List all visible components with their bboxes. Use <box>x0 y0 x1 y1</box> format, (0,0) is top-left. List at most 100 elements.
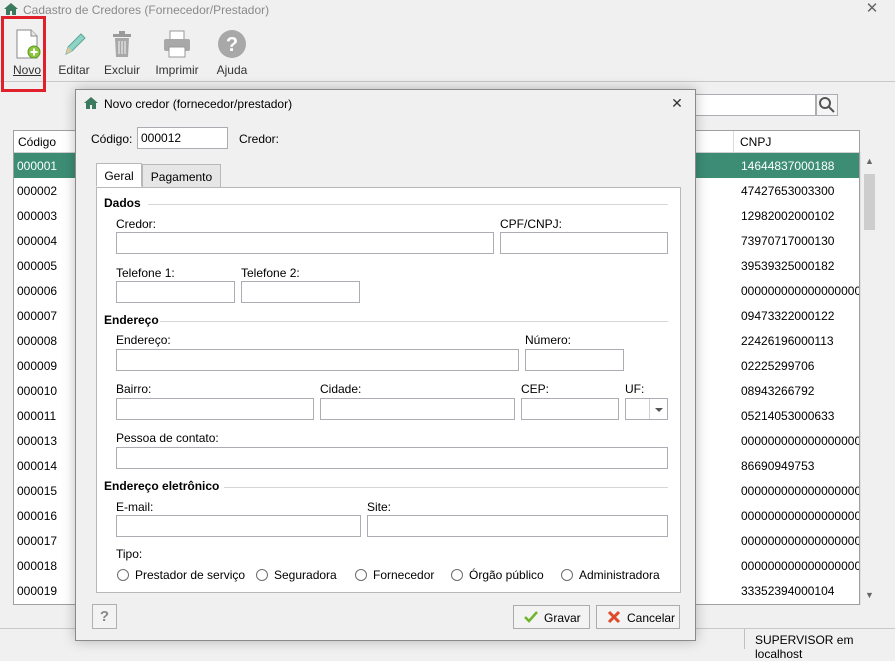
radio-prestador[interactable] <box>117 569 129 581</box>
cnpj-cell: 22426196000113 <box>741 334 834 348</box>
chevron-down-icon[interactable] <box>649 399 667 419</box>
grid-scrollbar[interactable]: ▲ ▼ <box>860 152 877 605</box>
cpf-cnpj-label: CPF/CNPJ: <box>500 217 563 231</box>
imprimir-label: Imprimir <box>155 63 199 77</box>
cnpj-cell: 73970717000130 <box>741 234 835 248</box>
codigo-cell: 000015 <box>17 484 58 498</box>
help-button[interactable]: ? <box>92 604 117 629</box>
codigo-cell: 000007 <box>17 309 58 323</box>
radio-administradora[interactable] <box>561 569 573 581</box>
status-user: SUPERVISOR em localhost <box>744 629 895 661</box>
radio-fornecedor[interactable] <box>355 569 367 581</box>
email-field[interactable] <box>116 515 361 537</box>
cep-field[interactable] <box>521 398 619 420</box>
cnpj-cell: 0000000000000000000 <box>741 534 860 548</box>
credor-field[interactable] <box>116 232 494 254</box>
codigo-cell: 000017 <box>17 534 58 548</box>
contato-field[interactable] <box>116 447 668 469</box>
cnpj-cell: 0000000000000000000 <box>741 434 860 448</box>
tipo-option-fornecedor[interactable]: Fornecedor <box>373 568 434 582</box>
radio-orgao-publico[interactable] <box>451 569 463 581</box>
credor-header-label: Credor: <box>239 132 280 146</box>
codigo-cell: 000016 <box>17 509 58 523</box>
codigo-cell: 000003 <box>17 209 58 223</box>
tab-geral[interactable]: Geral <box>96 163 142 187</box>
uf-select[interactable] <box>625 398 668 420</box>
dados-section-title: Dados <box>104 196 141 210</box>
bairro-field[interactable] <box>116 398 314 420</box>
site-label: Site: <box>367 500 392 514</box>
scroll-thumb[interactable] <box>864 174 875 230</box>
toolbar: Novo Editar Excluir Imprimir ? Ajuda <box>0 20 895 82</box>
search-input[interactable] <box>694 94 816 116</box>
tipo-option-orgao-publico[interactable]: Órgão público <box>469 568 544 582</box>
tipo-label: Tipo: <box>116 547 143 561</box>
gravar-button[interactable]: Gravar <box>513 605 590 629</box>
tipo-option-administradora[interactable]: Administradora <box>579 568 660 582</box>
codigo-cell: 000001 <box>17 159 58 173</box>
trash-icon <box>113 31 131 57</box>
cidade-label: Cidade: <box>320 382 362 396</box>
dialog-close-icon[interactable]: ✕ <box>669 95 685 111</box>
search-button[interactable] <box>816 94 838 116</box>
cep-label: CEP: <box>521 382 550 396</box>
novo-credor-dialog: Novo credor (fornecedor/prestador) ✕ Cód… <box>75 89 696 641</box>
eletronico-section-title: Endereço eletrônico <box>104 479 220 493</box>
gravar-label: Gravar <box>544 611 581 625</box>
novo-highlight-frame <box>1 16 46 92</box>
help-icon: ? <box>218 30 246 58</box>
dialog-title-bar: Novo credor (fornecedor/prestador) ✕ <box>76 90 695 118</box>
home-icon <box>84 97 98 109</box>
numero-field[interactable] <box>525 349 624 371</box>
codigo-cell: 000011 <box>17 409 57 423</box>
radio-seguradora[interactable] <box>256 569 268 581</box>
cnpj-cell: 86690949753 <box>741 459 815 473</box>
close-icon[interactable]: ✕ <box>864 1 880 17</box>
cnpj-cell: 47427653003300 <box>741 184 835 198</box>
numero-label: Número: <box>525 333 572 347</box>
codigo-column-header[interactable]: Código <box>18 135 56 149</box>
imprimir-button[interactable]: Imprimir <box>152 26 202 80</box>
cpf-cnpj-field[interactable] <box>500 232 668 254</box>
codigo-cell: 000004 <box>17 234 58 248</box>
cnpj-cell: 39539325000182 <box>741 259 835 273</box>
codigo-field[interactable] <box>137 127 228 149</box>
cnpj-cell: 12982002000102 <box>741 209 835 223</box>
cnpj-cell: 0000000000000000000 <box>741 559 860 573</box>
printer-icon <box>164 30 190 58</box>
cnpj-cell: 08943266792 <box>741 384 815 398</box>
excluir-button[interactable]: Excluir <box>100 26 144 80</box>
dialog-title: Novo credor (fornecedor/prestador) <box>104 97 293 111</box>
codigo-cell: 000014 <box>17 459 58 473</box>
tab-pagamento[interactable]: Pagamento <box>142 164 221 188</box>
cancelar-label: Cancelar <box>627 611 676 625</box>
tipo-option-prestador[interactable]: Prestador de serviço <box>135 568 245 582</box>
ajuda-label: Ajuda <box>216 63 248 77</box>
telefone2-field[interactable] <box>241 281 360 303</box>
search-icon <box>819 97 835 113</box>
cnpj-cell: 09473322000122 <box>741 309 835 323</box>
bairro-label: Bairro: <box>116 382 152 396</box>
cnpj-cell: 0000000000000000000 <box>741 509 860 523</box>
codigo-cell: 000009 <box>17 359 58 373</box>
editar-label: Editar <box>58 63 90 77</box>
cancelar-button[interactable]: Cancelar <box>596 605 680 629</box>
codigo-cell: 000018 <box>17 559 58 573</box>
codigo-label: Código: <box>91 132 133 146</box>
scroll-down-icon[interactable]: ▼ <box>865 590 874 600</box>
cidade-field[interactable] <box>320 398 515 420</box>
ajuda-button[interactable]: ? Ajuda <box>212 26 252 80</box>
tipo-option-seguradora[interactable]: Seguradora <box>274 568 337 582</box>
telefone1-field[interactable] <box>116 281 235 303</box>
endereco-field[interactable] <box>116 349 519 371</box>
pencil-icon <box>65 33 86 55</box>
window-title: Cadastro de Credores (Fornecedor/Prestad… <box>23 3 270 17</box>
codigo-cell: 000006 <box>17 284 58 298</box>
cnpj-column-header[interactable]: CNPJ <box>740 135 771 149</box>
scroll-up-icon[interactable]: ▲ <box>865 156 874 166</box>
main-title-bar: Cadastro de Credores (Fornecedor/Prestad… <box>0 0 895 20</box>
cnpj-cell: 33352394000104 <box>741 584 835 598</box>
editar-button[interactable]: Editar <box>52 26 96 80</box>
site-field[interactable] <box>367 515 668 537</box>
codigo-cell: 000013 <box>17 434 58 448</box>
